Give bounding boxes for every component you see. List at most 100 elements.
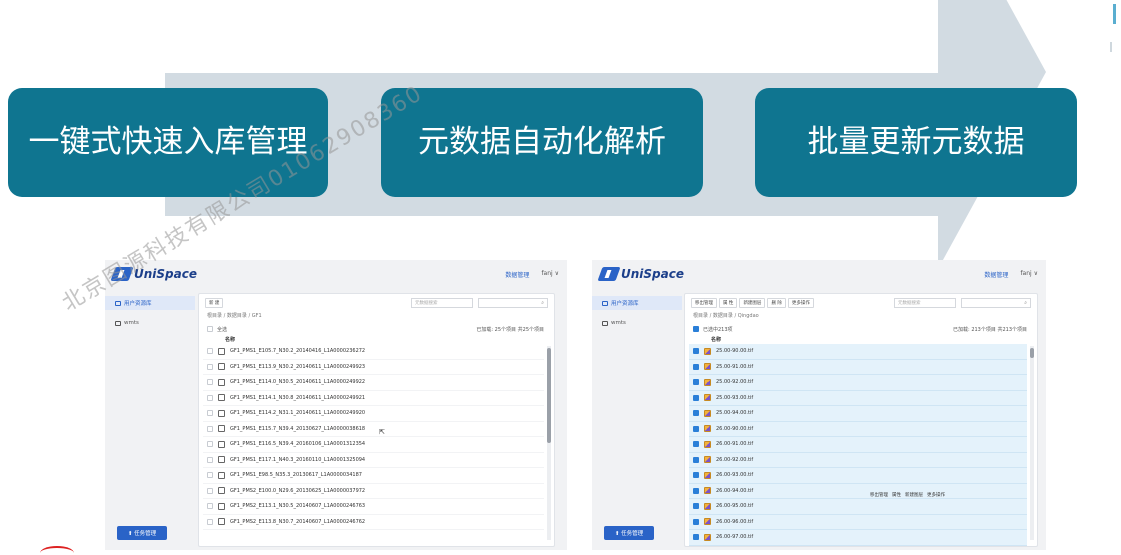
scrollbar-thumb[interactable] <box>547 348 551 443</box>
scrollbar[interactable] <box>1030 346 1034 540</box>
context-properties[interactable]: 属性 <box>892 492 901 498</box>
file-row[interactable]: GF1_PMS2_E113.8_N30.7_20140607_L1A000024… <box>203 515 544 530</box>
metadata-search-select[interactable]: 元数据搜索 <box>894 298 956 308</box>
file-icon <box>218 378 225 386</box>
file-row[interactable]: GF1_PMS1_E116.5_N39.4_20160106_L1A000131… <box>203 437 544 453</box>
file-row[interactable]: 26.00-90.00.tif <box>689 421 1027 437</box>
image-file-icon <box>704 502 711 510</box>
select-all-checkbox[interactable] <box>207 326 213 332</box>
row-checkbox[interactable] <box>693 472 699 479</box>
new-button[interactable]: 新 建 <box>205 298 224 308</box>
file-row[interactable]: GF1_PMS2_E100.0_N29.6_20130625_L1A000003… <box>203 484 544 499</box>
file-row[interactable]: GF1_PMS1_E115.7_N39.4_20130627_L1A000003… <box>203 422 544 437</box>
row-checkbox[interactable] <box>207 425 213 432</box>
sidebar-item-user-library[interactable]: 用户资源库 <box>105 296 195 310</box>
row-checkbox[interactable] <box>693 425 699 432</box>
file-row[interactable]: GF1_PMS1_E105.7_N30.2_20140416_L1A000023… <box>203 344 544 360</box>
toolbar: 移出管理 属 性 新建图层 删 除 更多操作 元数据搜索 ⌕ <box>691 297 1031 309</box>
row-checkbox[interactable] <box>693 487 699 494</box>
row-checkbox[interactable] <box>207 410 213 417</box>
search-input[interactable]: ⌕ <box>478 298 548 308</box>
new-layer-button[interactable]: 新建图层 <box>739 298 766 308</box>
row-checkbox[interactable] <box>207 487 213 494</box>
nav-data-management[interactable]: 数据管理 <box>505 270 529 279</box>
properties-button[interactable]: 属 性 <box>719 298 738 308</box>
context-remove-management[interactable]: 移出管理 <box>870 492 888 498</box>
row-checkbox[interactable] <box>207 518 213 525</box>
file-icon <box>218 409 225 417</box>
image-file-icon <box>704 471 711 479</box>
folder-icon <box>602 300 608 306</box>
row-checkbox[interactable] <box>207 363 213 370</box>
context-new-layer[interactable]: 新建图层 <box>905 492 923 498</box>
delete-button[interactable]: 删 除 <box>767 298 786 308</box>
column-header-name[interactable]: 名称 <box>711 336 721 343</box>
search-input[interactable]: ⌕ <box>961 298 1031 308</box>
sidebar-item-user-library[interactable]: 用户资源库 <box>592 296 682 310</box>
user-menu[interactable]: fanj ∨ <box>1020 270 1038 279</box>
row-checkbox[interactable] <box>693 363 699 370</box>
file-row[interactable]: 25.00-94.00.tif <box>689 406 1027 422</box>
file-row[interactable]: GF1_PMS1_E114.0_N30.5_20140611_L1A000024… <box>203 375 544 391</box>
row-checkbox[interactable] <box>207 379 213 386</box>
step-label: 元数据自动化解析 <box>418 124 666 161</box>
row-checkbox[interactable] <box>693 534 699 541</box>
file-row[interactable]: GF1_PMS1_E114.2_N31.1_20140611_L1A000024… <box>203 406 544 422</box>
file-row[interactable]: 25.00-92.00.tif <box>689 375 1027 391</box>
row-checkbox[interactable] <box>693 394 699 401</box>
row-checkbox[interactable] <box>693 503 699 510</box>
file-name: GF1_PMS1_E114.0_N30.5_20140611_L1A000024… <box>230 379 366 386</box>
file-row[interactable]: GF1_PMS1_E98.5_N35.3_20130617_L1A0000034… <box>203 468 544 484</box>
more-actions-button[interactable]: 更多操作 <box>787 298 814 308</box>
remove-management-button[interactable]: 移出管理 <box>691 298 717 308</box>
file-icon <box>218 347 225 355</box>
file-row[interactable]: 26.00-92.00.tif <box>689 452 1027 468</box>
row-checkbox[interactable] <box>207 503 213 510</box>
task-management-button[interactable]: ⬆ 任务管理 <box>604 526 654 540</box>
file-row[interactable]: GF1_PMS2_E113.1_N30.5_20140607_L1A000024… <box>203 499 544 515</box>
file-row[interactable]: 26.00-97.00.tif <box>689 530 1027 546</box>
file-row[interactable]: 26.00-93.00.tif <box>689 468 1027 484</box>
row-checkbox[interactable] <box>207 441 213 448</box>
breadcrumb[interactable]: 根目录 / 数据目录 / Qingdao <box>693 312 759 319</box>
nav-data-management[interactable]: 数据管理 <box>984 270 1008 279</box>
file-row[interactable]: 25.00-91.00.tif <box>689 359 1027 375</box>
file-row[interactable]: GF1_PMS1_E117.1_N40.3_20160110_L1A000132… <box>203 453 544 468</box>
file-row[interactable]: GF1_PMS1_E113.9_N30.2_20140611_L1A000024… <box>203 360 544 375</box>
file-icon <box>218 425 225 433</box>
image-file-icon <box>704 425 711 433</box>
row-checkbox[interactable] <box>693 441 699 448</box>
file-row[interactable]: 26.00-91.00.tif <box>689 437 1027 453</box>
row-checkbox[interactable] <box>693 379 699 386</box>
scrollbar-thumb[interactable] <box>1030 348 1034 358</box>
file-name: 26.00-96.00.tif <box>716 518 754 525</box>
metadata-search-select[interactable]: 元数据搜索 <box>411 298 473 308</box>
file-row[interactable]: 26.00-94.00.tif <box>689 483 1027 499</box>
row-checkbox[interactable] <box>693 410 699 417</box>
context-more-actions[interactable]: 更多操作 <box>927 492 945 498</box>
app-topbar: UniSpace 数据管理 fanj ∨ <box>592 260 1046 288</box>
task-management-button[interactable]: ⬆ 任务管理 <box>117 526 167 540</box>
scrollbar[interactable] <box>547 346 551 540</box>
row-checkbox[interactable] <box>693 456 699 463</box>
column-header-name[interactable]: 名称 <box>225 336 235 343</box>
sidebar-item-wmts[interactable]: wmts <box>592 316 682 330</box>
user-menu[interactable]: fanj ∨ <box>541 270 559 279</box>
row-checkbox[interactable] <box>207 472 213 479</box>
row-checkbox[interactable] <box>207 394 213 401</box>
file-row[interactable]: 25.00-93.00.tif <box>689 390 1027 406</box>
app-screenshot-import: UniSpace 数据管理 fanj ∨ 用户资源库 wmts ⬆ 任务管理 新… <box>105 260 567 550</box>
row-checkbox[interactable] <box>207 348 213 355</box>
sidebar-item-wmts[interactable]: wmts <box>105 316 195 330</box>
file-icon <box>218 440 225 448</box>
select-all-checkbox[interactable] <box>693 326 699 332</box>
row-checkbox[interactable] <box>693 518 699 525</box>
file-row[interactable]: 26.00-95.00.tif <box>689 499 1027 515</box>
row-checkbox[interactable] <box>693 348 699 355</box>
row-checkbox[interactable] <box>207 456 213 463</box>
file-row[interactable]: GF1_PMS1_E114.1_N30.8_20140611_L1A000024… <box>203 391 544 406</box>
breadcrumb[interactable]: 根目录 / 数据目录 / GF1 <box>207 312 262 319</box>
file-name: 25.00-93.00.tif <box>716 394 754 401</box>
file-row[interactable]: 25.00-90.00.tif <box>689 344 1027 360</box>
file-row[interactable]: 26.00-96.00.tif <box>689 514 1027 530</box>
